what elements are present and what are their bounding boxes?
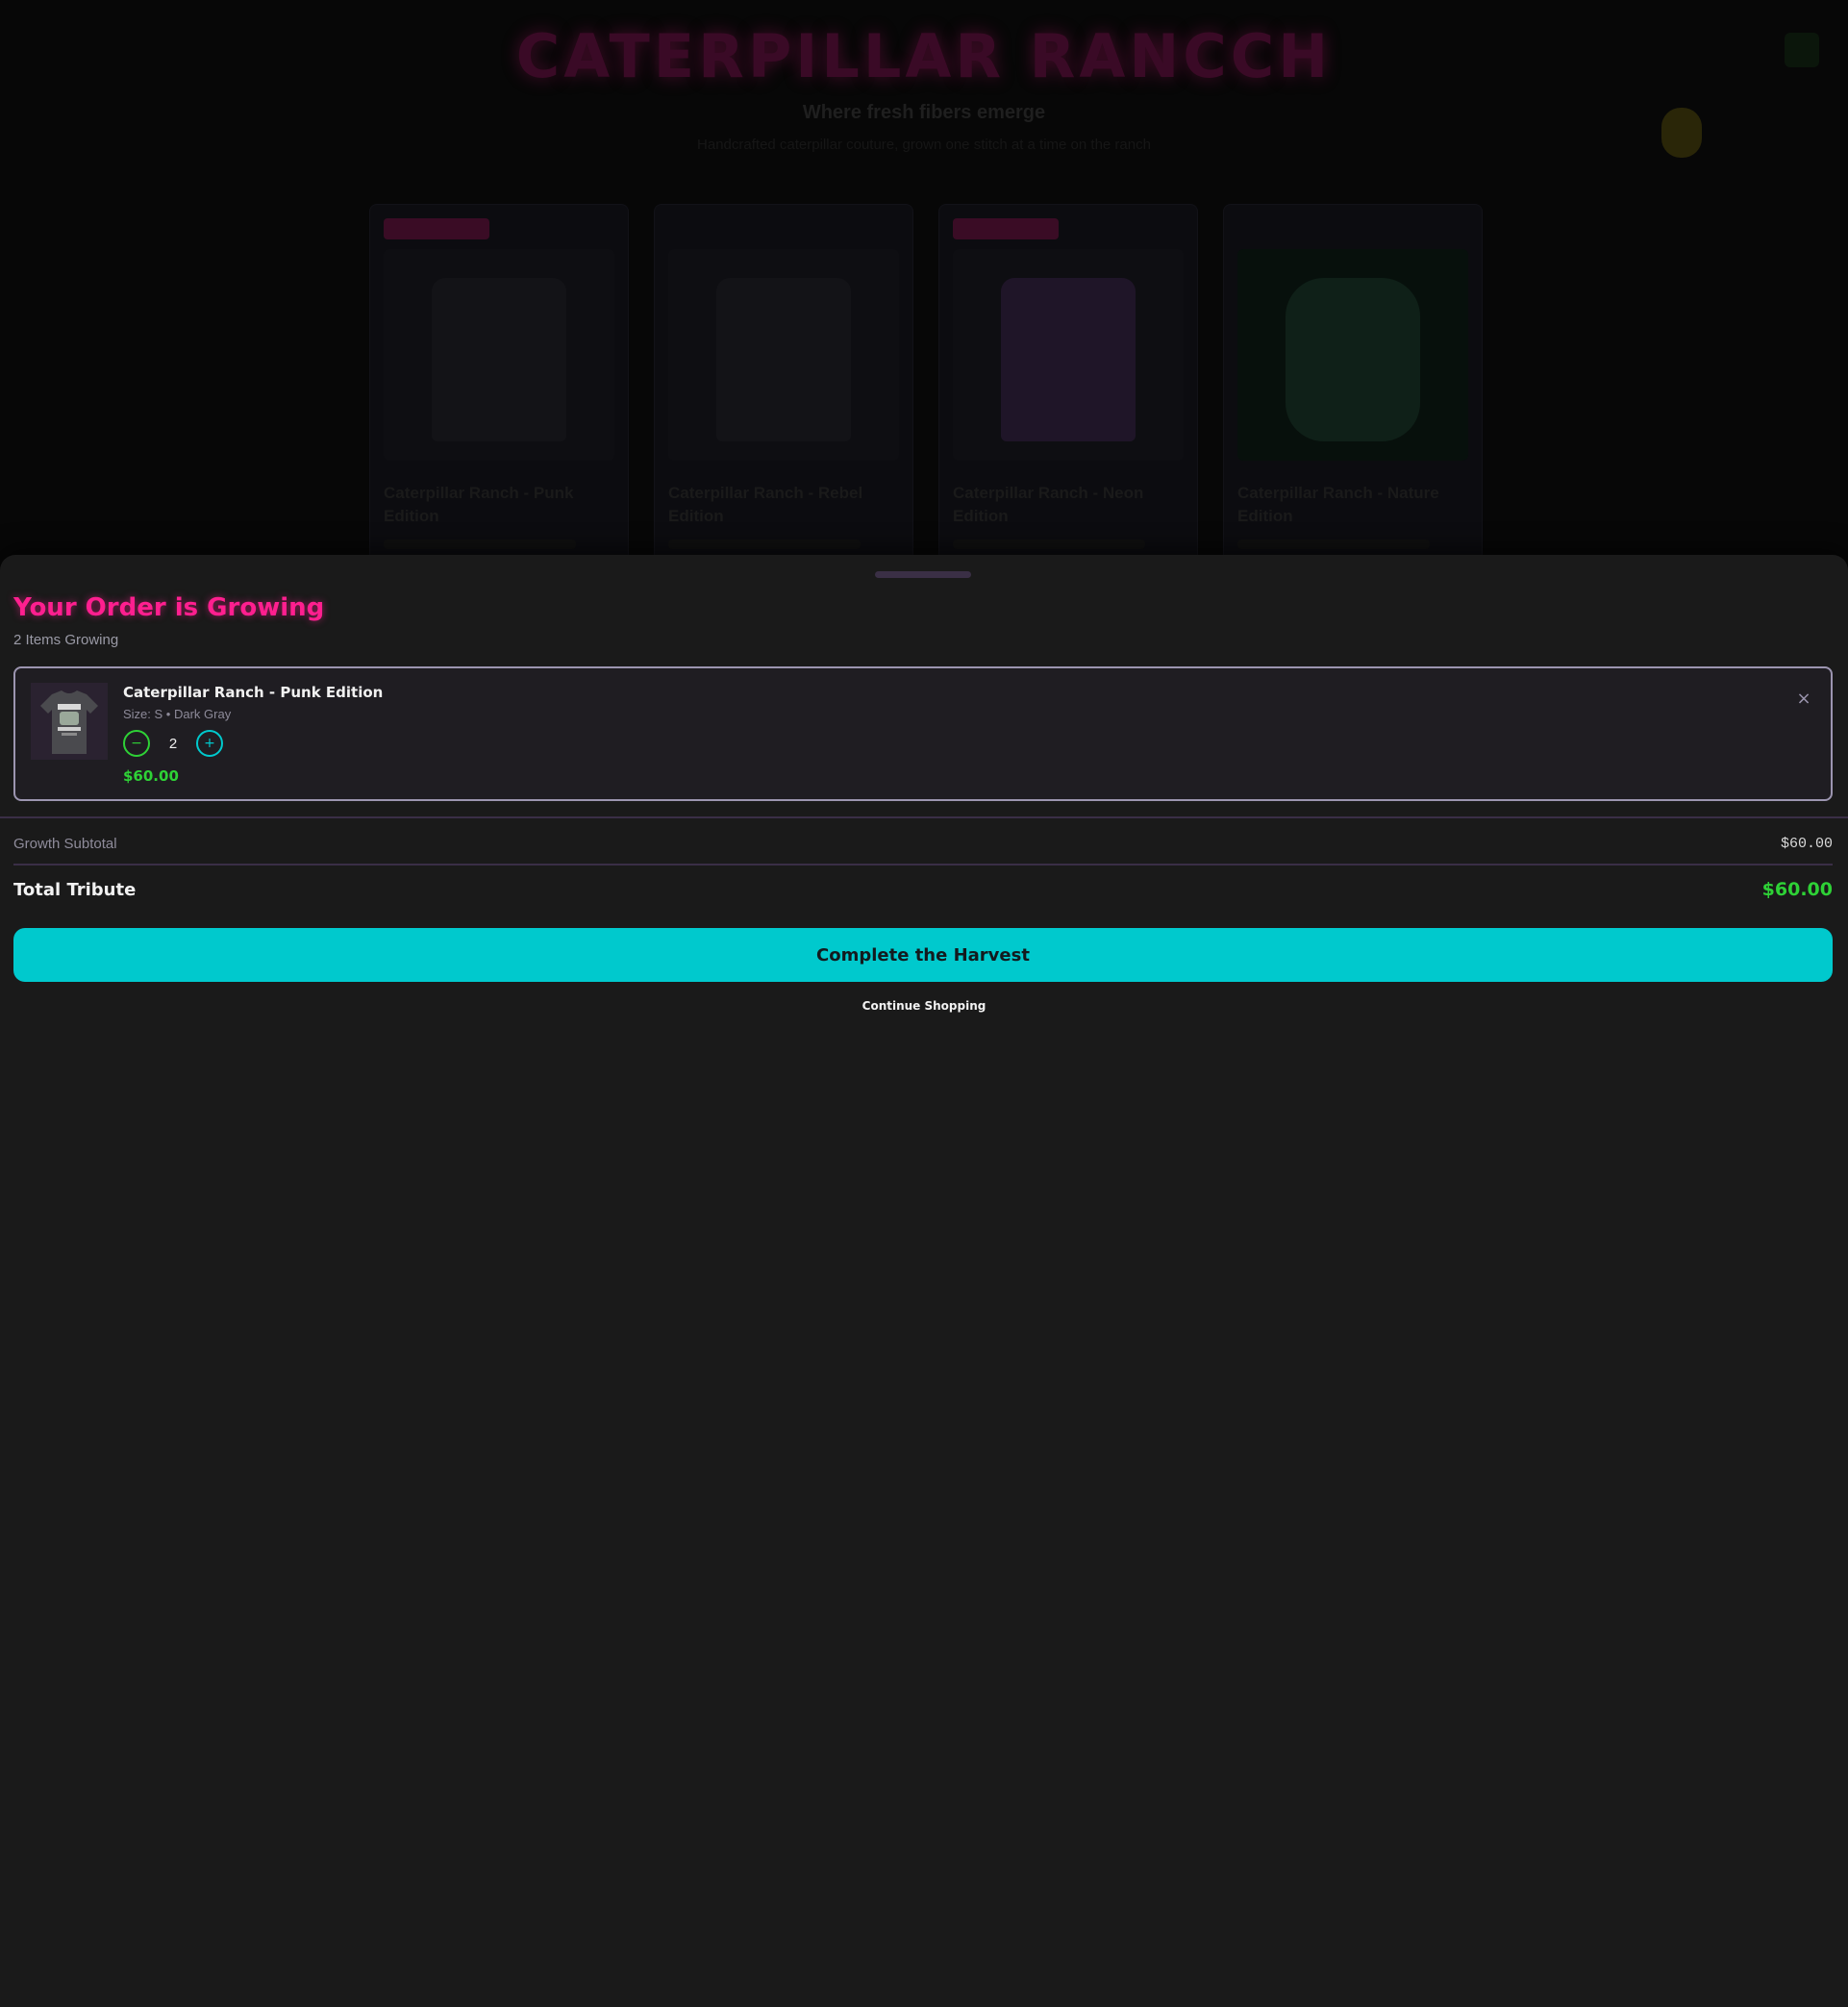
product-image [384, 249, 614, 461]
divider [0, 816, 1848, 818]
menu-icon [1785, 33, 1819, 67]
divider [13, 864, 1833, 866]
cart-item: Caterpillar Ranch - Punk Edition Size: S… [13, 666, 1833, 801]
store-tagline: Where fresh fibers emerge [802, 102, 1046, 123]
cart-title: Your Order is Growing [13, 593, 325, 622]
subtotal-label: Growth Subtotal [13, 836, 117, 852]
close-icon[interactable]: × [1792, 688, 1815, 711]
product-image [953, 249, 1184, 461]
product-name: Caterpillar Ranch - Punk Edition [384, 484, 574, 525]
total-value: $60.00 [1761, 879, 1833, 900]
quantity-value: 2 [168, 735, 178, 752]
tshirt-icon [31, 683, 108, 760]
product-image [1237, 249, 1468, 461]
checkout-button[interactable]: Complete the Harvest [13, 928, 1833, 982]
product-badge [384, 218, 489, 239]
cart-item-count: 2 Items Growing [13, 632, 119, 648]
product-name: Caterpillar Ranch - Nature Edition [1237, 484, 1439, 525]
product-card: Caterpillar Ranch - Rebel Edition [654, 204, 913, 577]
decrease-quantity-button[interactable]: − [123, 730, 150, 757]
store-title: CATERPILLAR RANCCH [515, 21, 1333, 91]
product-name: Caterpillar Ranch - Rebel Edition [668, 484, 863, 525]
cart-item-variant: Size: S • Dark Gray [123, 707, 232, 721]
storefront-background: CATERPILLAR RANCCH Where fresh fibers em… [0, 0, 1848, 577]
cart-item-price: $60.00 [123, 767, 179, 785]
product-name: Caterpillar Ranch - Neon Edition [953, 484, 1144, 525]
store-subtagline: Handcrafted caterpillar couture, grown o… [697, 137, 1151, 153]
cart-bubble-icon [1661, 108, 1702, 158]
product-card: Caterpillar Ranch - Neon Edition [938, 204, 1198, 577]
total-label: Total Tribute [13, 880, 137, 900]
increase-quantity-button[interactable]: + [196, 730, 223, 757]
subtotal-value: $60.00 [1780, 836, 1833, 852]
product-grid: Caterpillar Ranch - Punk Edition Caterpi… [369, 204, 1483, 577]
product-image [668, 249, 899, 461]
cart-sheet: Your Order is Growing 2 Items Growing Ca… [0, 555, 1848, 2007]
quantity-stepper: − 2 + [123, 730, 223, 757]
product-badge [953, 218, 1059, 239]
product-card: Caterpillar Ranch - Punk Edition [369, 204, 629, 577]
continue-shopping-link[interactable]: Continue Shopping [0, 999, 1848, 1013]
product-card: Caterpillar Ranch - Nature Edition [1223, 204, 1483, 577]
drag-handle[interactable] [875, 571, 971, 578]
cart-item-name: Caterpillar Ranch - Punk Edition [123, 684, 384, 701]
